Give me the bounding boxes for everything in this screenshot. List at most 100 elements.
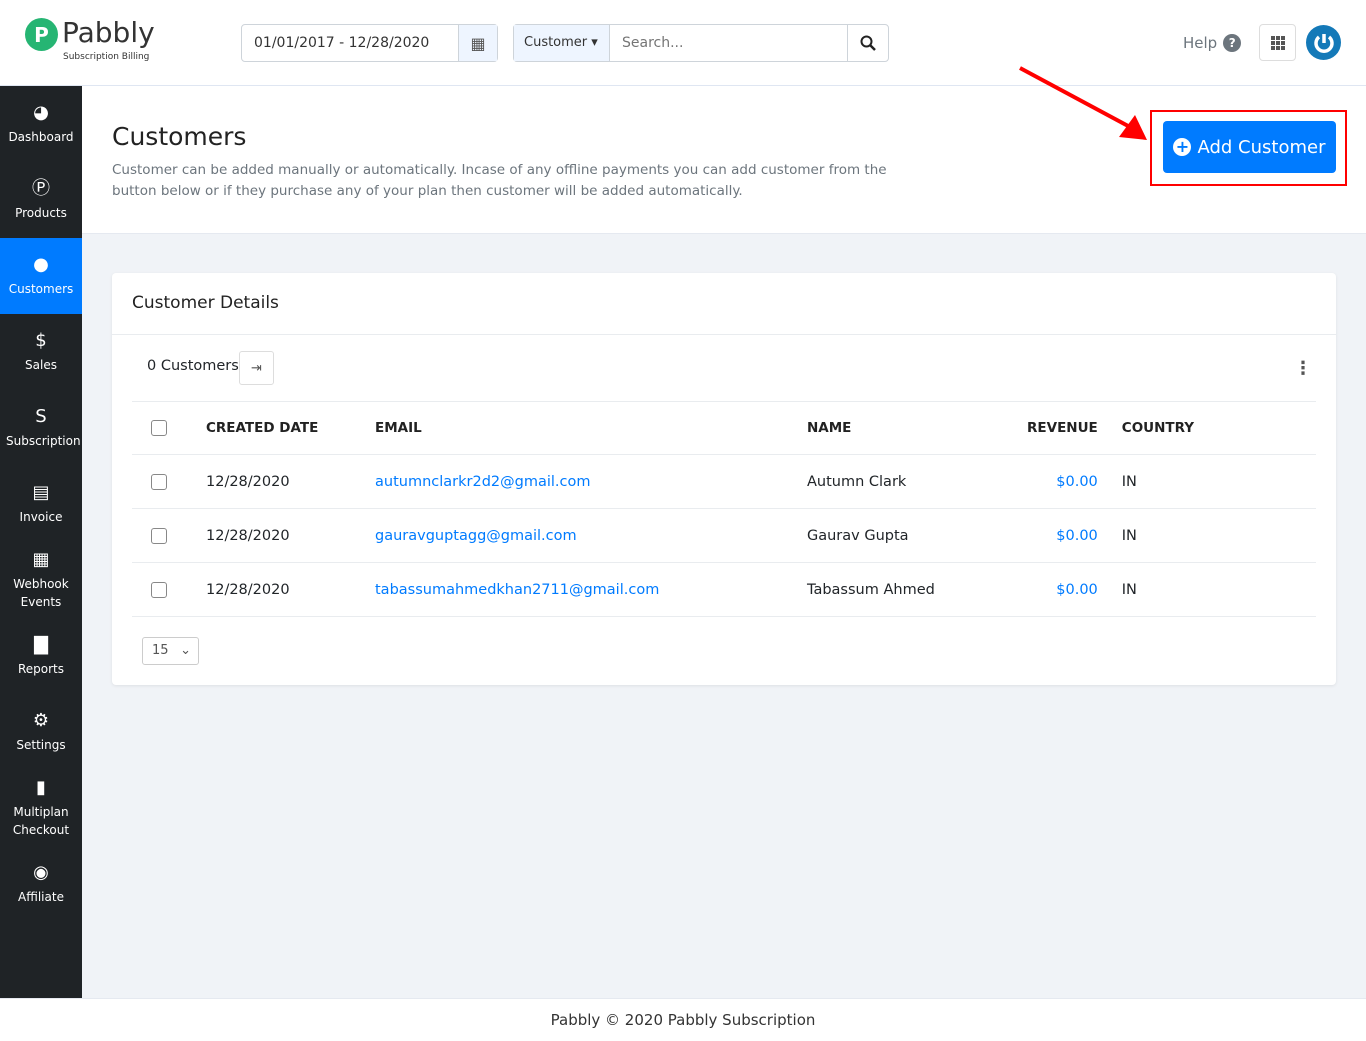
settings-icon: ⚙ [32,710,50,731]
email-link[interactable]: autumnclarkr2d2@gmail.com [375,454,807,509]
customer-details-card: Customer Details 0 Customers ⇥ ⋮ CREATED… [112,273,1336,685]
sidebar-item-subscription[interactable]: S Subscription [0,390,82,466]
chevron-down-icon: ⌄ [180,643,191,658]
grid-icon [1270,35,1285,50]
sidebar-item-label: Customers [8,282,74,296]
sidebar-item-label: Webhook Events [13,577,69,609]
apps-button[interactable] [1259,24,1296,61]
sidebar-item-invoice[interactable]: ▤ Invoice [0,466,82,542]
customer-name: Autumn Clark [807,454,1027,509]
sidebar-item-label: Reports [17,662,65,676]
revenue-link[interactable]: $0.00 [1027,562,1122,617]
logo-text: Pabbly [62,16,155,49]
table-row[interactable]: 12/28/2020 tabassumahmedkhan2711@gmail.c… [132,562,1316,617]
column-email[interactable]: EMAIL [375,401,807,455]
customers-icon: ● [33,254,49,275]
sidebar: ◕ Dashboard Ⓟ Products ● Customers $ Sales S Subs… [0,86,82,998]
customer-name: Tabassum Ahmed [807,562,1027,617]
plus-circle-icon: + [1173,138,1192,156]
sidebar-item-settings[interactable]: ⚙ Settings [0,694,82,770]
country: IN [1121,508,1316,563]
export-icon: ⇥ [251,360,262,376]
table-header-row: CREATED DATE EMAIL NAME REVENUE COUNTRY [132,401,1316,455]
logo-tagline: Subscription Billing [63,52,150,62]
annotation-arrow [1019,66,1147,140]
sidebar-item-label: Dashboard [8,130,74,144]
created-date: 12/28/2020 [206,562,375,617]
logo-mark: P [25,18,58,51]
sidebar-item-multiplan-checkout[interactable]: ▮ Multiplan Checkout [0,770,82,846]
revenue-link[interactable]: $0.00 [1027,454,1122,509]
search-type-dropdown[interactable]: Customer ▾ [514,25,610,61]
country: IN [1121,454,1316,509]
created-date: 12/28/2020 [206,454,375,509]
customers-table: CREATED DATE EMAIL NAME REVENUE COUNTRY … [132,401,1316,617]
per-page-select[interactable]: 15 ⌄ [142,637,199,665]
sidebar-item-label: Settings [16,738,66,752]
export-button[interactable]: ⇥ [239,351,274,385]
row-checkbox[interactable] [151,581,167,598]
calendar-icon[interactable]: ▦ [458,25,497,61]
column-country[interactable]: COUNTRY [1121,401,1316,455]
question-icon: ? [1223,34,1242,52]
page-title: Customers [112,122,247,151]
user-avatar[interactable] [1306,25,1341,60]
help-label: Help [1183,34,1218,52]
select-all-checkbox[interactable] [151,420,167,436]
reports-icon: ▇ [34,634,48,655]
search-input[interactable] [610,25,847,61]
customer-count: 0 Customers [147,358,239,374]
email-link[interactable]: tabassumahmedkhan2711@gmail.com [375,562,807,617]
per-page-value: 15 [152,643,169,658]
sidebar-item-dashboard[interactable]: ◕ Dashboard [0,86,82,162]
help-link[interactable]: Help? [1183,34,1242,52]
sidebar-item-customers[interactable]: ● Customers [0,238,82,314]
revenue-link[interactable]: $0.00 [1027,508,1122,563]
created-date: 12/28/2020 [206,508,375,563]
country: IN [1121,562,1316,617]
footer: Pabbly © 2020 Pabbly Subscription [0,998,1366,1041]
more-options-icon[interactable]: ⋮ [1294,358,1312,379]
date-range-picker[interactable]: 01/01/2017 - 12/28/2020 ▦ [241,24,498,62]
dashboard-icon: ◕ [33,102,49,123]
subscription-icon: S [35,406,47,427]
multiplan-checkout-icon: ▮ [36,777,46,798]
email-link[interactable]: gauravguptagg@gmail.com [375,508,807,563]
add-customer-button[interactable]: + Add Customer [1163,121,1336,173]
sidebar-item-sales[interactable]: $ Sales [0,314,82,390]
column-revenue[interactable]: REVENUE [1027,401,1122,455]
products-icon: Ⓟ [32,178,50,199]
sidebar-item-reports[interactable]: ▇ Reports [0,618,82,694]
affiliate-icon: ◉ [33,862,49,883]
webhook-events-icon: ▦ [32,549,50,570]
row-checkbox[interactable] [151,473,167,490]
table-row[interactable]: 12/28/2020 gauravguptagg@gmail.com Gaura… [132,508,1316,563]
sidebar-item-label: Sales [25,358,57,372]
invoice-icon: ▤ [32,482,50,503]
customer-name: Gaurav Gupta [807,508,1027,563]
sidebar-item-webhook-events[interactable]: ▦ Webhook Events [0,542,82,618]
sidebar-item-label: Products [15,206,67,220]
top-header: P Pabbly Subscription Billing 01/01/2017… [0,0,1366,86]
search-type-label: Customer [524,35,588,50]
search-button[interactable] [847,25,888,61]
divider [112,334,1336,335]
power-icon [1313,33,1334,53]
row-checkbox[interactable] [151,527,167,544]
page-description: Customer can be added manually or automa… [112,162,887,199]
sales-icon: $ [35,330,47,351]
date-range-value[interactable]: 01/01/2017 - 12/28/2020 [242,25,458,61]
search-bar: Customer ▾ [513,24,889,62]
table-row[interactable]: 12/28/2020 autumnclarkr2d2@gmail.com Aut… [132,454,1316,509]
card-title: Customer Details [132,293,279,313]
pabbly-logo[interactable]: P Pabbly Subscription Billing [25,16,155,62]
sidebar-item-products[interactable]: Ⓟ Products [0,162,82,238]
sidebar-item-label: Multiplan Checkout [12,805,70,837]
sidebar-item-label: Affiliate [18,890,64,904]
column-created-date[interactable]: CREATED DATE [206,401,375,455]
add-customer-label: Add Customer [1197,136,1326,158]
column-name[interactable]: NAME [807,401,1027,455]
sidebar-item-label: Subscription [6,434,81,448]
sidebar-item-label: Invoice [19,510,63,524]
sidebar-item-affiliate[interactable]: ◉ Affiliate [0,846,82,922]
